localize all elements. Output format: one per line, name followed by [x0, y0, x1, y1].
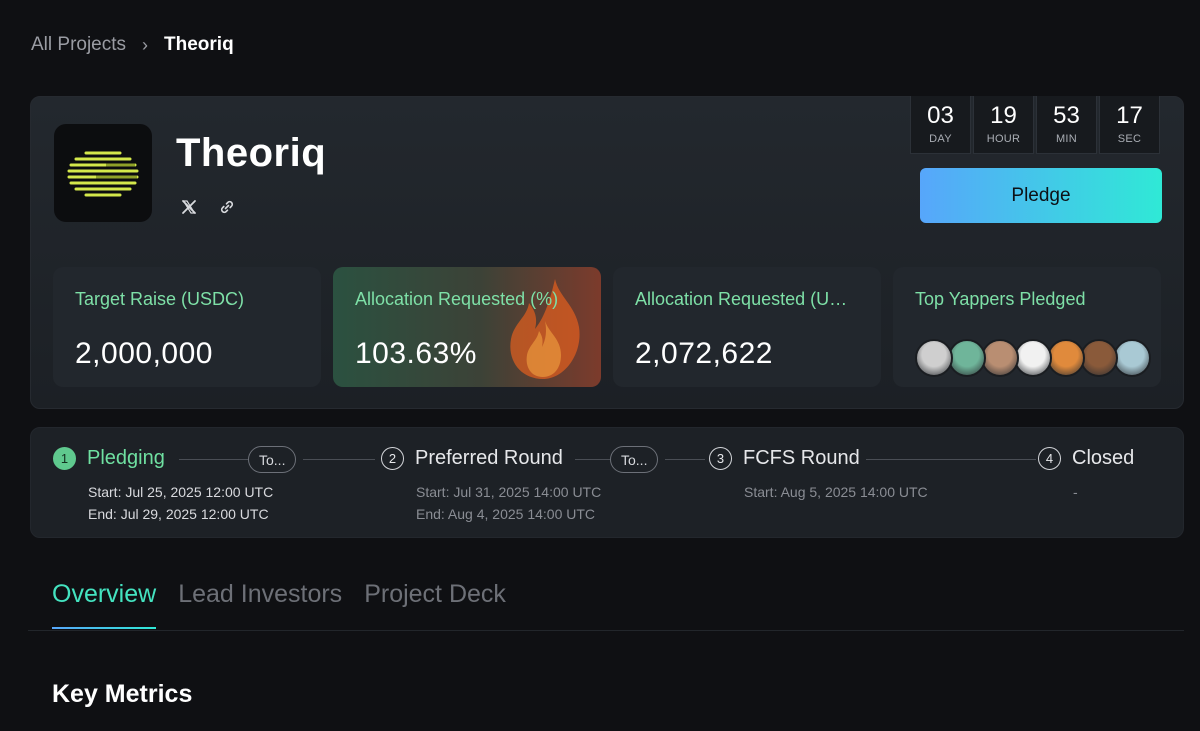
stat-card-allocation-usdc: Allocation Requested (USDC) 2,072,622 [613, 267, 881, 387]
countdown-seconds: 17 SEC [1099, 96, 1160, 154]
stat-card-allocation-percent: Allocation Requested (%) 103.63% [333, 267, 601, 387]
step-title: Preferred Round [415, 447, 563, 469]
countdown-minutes-value: 53 [1053, 102, 1080, 129]
countdown-timer: 03 DAY 19 HOUR 53 MIN 17 SEC [910, 96, 1160, 154]
step-title: FCFS Round [743, 447, 860, 469]
sale-timeline: 1 Pledging To... Start: Jul 25, 2025 12:… [30, 427, 1184, 538]
step-dates: Start: Jul 31, 2025 14:00 UTC End: Aug 4… [416, 481, 601, 525]
step-start-date: Start: Aug 5, 2025 14:00 UTC [744, 484, 928, 500]
timeline-to-pill: To... [610, 446, 659, 473]
step-dates: Start: Aug 5, 2025 14:00 UTC [744, 481, 928, 503]
countdown-days: 03 DAY [910, 96, 971, 154]
project-tabs: Overview Lead Investors Project Deck [52, 580, 506, 629]
stat-label: Target Raise (USDC) [75, 289, 245, 309]
timeline-step-preferred-round: 2 Preferred Round [381, 447, 563, 470]
timeline-to-pill: To... [248, 446, 297, 473]
yapper-avatar[interactable] [1014, 339, 1052, 377]
tab-lead-investors[interactable]: Lead Investors [178, 580, 342, 629]
chevron-right-icon: › [142, 34, 149, 55]
stat-label: Top Yappers Pledged [915, 289, 1086, 309]
link-icon[interactable] [217, 197, 237, 217]
stat-value: 103.63% [355, 337, 477, 370]
social-links [179, 197, 237, 217]
theoriq-logo-icon [67, 151, 139, 197]
step-number: 2 [381, 447, 404, 470]
countdown-hours-label: HOUR [986, 133, 1021, 145]
yapper-avatar-stack [915, 339, 1151, 377]
timeline-connector [866, 459, 1036, 460]
stat-card-target-raise: Target Raise (USDC) 2,000,000 [53, 267, 321, 387]
tabs-divider [28, 630, 1184, 631]
pledge-button[interactable]: Pledge [920, 168, 1162, 223]
countdown-days-value: 03 [927, 102, 954, 129]
yapper-avatar[interactable] [915, 339, 953, 377]
project-logo [54, 124, 152, 222]
step-dates: Start: Jul 25, 2025 12:00 UTC End: Jul 2… [88, 481, 273, 525]
timeline-connector [179, 459, 249, 460]
timeline-connector [575, 459, 611, 460]
countdown-seconds-label: SEC [1117, 133, 1142, 145]
step-start-date: - [1073, 484, 1078, 500]
timeline-step-closed: 4 Closed [1038, 447, 1134, 470]
countdown-hours: 19 HOUR [973, 96, 1034, 154]
breadcrumb: All Projects › Theoriq [31, 34, 234, 56]
yapper-avatar[interactable] [1080, 339, 1118, 377]
step-title: Pledging [87, 447, 165, 469]
stat-value: 2,000,000 [75, 337, 213, 370]
countdown-days-label: DAY [929, 133, 952, 145]
step-number: 1 [53, 447, 76, 470]
breadcrumb-all-projects-link[interactable]: All Projects [31, 34, 126, 56]
breadcrumb-current: Theoriq [164, 34, 234, 55]
stat-label: Allocation Requested (USDC) [635, 289, 857, 309]
step-title: Closed [1072, 447, 1135, 469]
yapper-avatar[interactable] [1047, 339, 1085, 377]
timeline-connector [665, 459, 705, 460]
step-number: 4 [1038, 447, 1061, 470]
step-number: 3 [709, 447, 732, 470]
stat-value: 2,072,622 [635, 337, 773, 370]
stat-card-top-yappers: Top Yappers Pledged [893, 267, 1161, 387]
yapper-avatar[interactable] [1113, 339, 1151, 377]
step-dates: - [1073, 481, 1078, 503]
x-icon[interactable] [179, 197, 199, 217]
countdown-minutes-label: MIN [1055, 133, 1078, 145]
countdown-minutes: 53 MIN [1036, 96, 1097, 154]
project-hero-card: Theoriq 03 DAY 19 HOUR 53 MIN 17 SEC Ple… [30, 96, 1184, 409]
timeline-connector [303, 459, 375, 460]
stat-label: Allocation Requested (%) [355, 289, 559, 309]
tab-project-deck[interactable]: Project Deck [364, 580, 506, 629]
countdown-hours-value: 19 [990, 102, 1017, 129]
key-metrics-heading: Key Metrics [52, 680, 193, 708]
step-start-date: Start: Jul 25, 2025 12:00 UTC [88, 484, 274, 500]
yapper-avatar[interactable] [948, 339, 986, 377]
timeline-step-pledging: 1 Pledging [53, 447, 165, 470]
project-title: Theoriq [176, 131, 327, 175]
step-start-date: Start: Jul 31, 2025 14:00 UTC [416, 484, 602, 500]
stats-row: Target Raise (USDC) 2,000,000 Allocation… [53, 267, 1161, 387]
step-end-date: End: Jul 29, 2025 12:00 UTC [88, 506, 269, 522]
step-end-date: End: Aug 4, 2025 14:00 UTC [416, 506, 596, 522]
yapper-avatar[interactable] [981, 339, 1019, 377]
tab-overview[interactable]: Overview [52, 580, 157, 629]
countdown-seconds-value: 17 [1116, 102, 1143, 129]
timeline-step-fcfs-round: 3 FCFS Round [709, 447, 860, 470]
